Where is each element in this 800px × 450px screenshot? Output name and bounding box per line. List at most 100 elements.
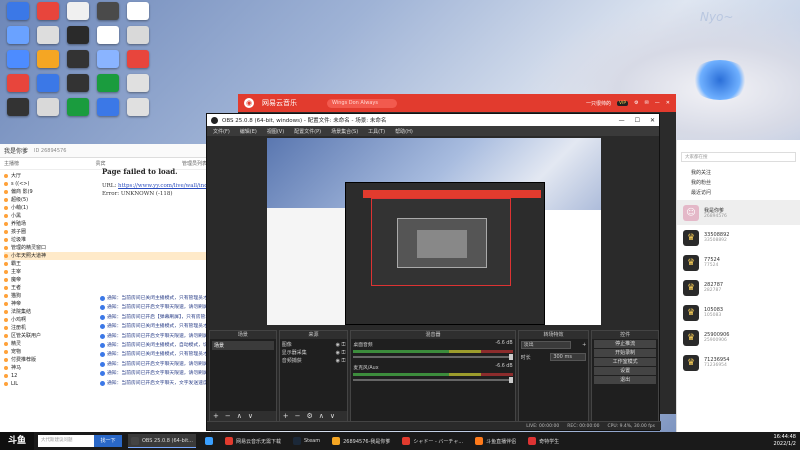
duration-input[interactable]: 300 ms: [550, 353, 587, 361]
desktop-shortcut[interactable]: [94, 50, 122, 72]
desktop-shortcut[interactable]: [34, 50, 62, 72]
desktop-shortcut[interactable]: [34, 74, 62, 96]
taskbar-app[interactable]: OBS 25.0.8 (64-bit...: [128, 434, 196, 448]
channel-item[interactable]: 超级(5): [4, 196, 207, 204]
down-icon[interactable]: ∨: [330, 412, 335, 420]
maximize-icon[interactable]: ☐: [635, 117, 640, 124]
minimize-icon[interactable]: —: [619, 117, 625, 124]
tab-vip[interactable]: 贵宾: [95, 160, 105, 167]
scene-item[interactable]: 场景: [212, 341, 274, 350]
up-icon[interactable]: ∧: [319, 412, 324, 420]
volume-slider[interactable]: [353, 354, 513, 360]
add-icon[interactable]: +: [582, 342, 586, 348]
settings-icon[interactable]: ⚙: [634, 100, 638, 106]
desktop-shortcut[interactable]: [4, 74, 32, 96]
channel-item[interactable]: 垃圾堆: [4, 236, 207, 244]
user-row[interactable]: ♛ 71236954 71236954: [677, 350, 800, 375]
channel-item[interactable]: 养殖场: [4, 220, 207, 228]
up-icon[interactable]: ∧: [237, 412, 242, 420]
link-fans[interactable]: 我的粉丝: [691, 178, 786, 188]
obs-menu-item[interactable]: 帮助(H): [395, 128, 413, 135]
control-button[interactable]: 退出: [594, 376, 657, 384]
user-row[interactable]: ♛ 105083 105083: [677, 300, 800, 325]
transition-select[interactable]: 淡出: [520, 341, 571, 349]
slider-knob[interactable]: [508, 377, 513, 383]
source-item[interactable]: 图像 ◉ ⚿: [282, 341, 346, 349]
desktop-shortcut[interactable]: [4, 26, 32, 48]
channel-item[interactable]: 小年天照大道神: [4, 252, 207, 260]
desktop-shortcut[interactable]: [34, 98, 62, 120]
add-icon[interactable]: +: [213, 412, 219, 420]
add-icon[interactable]: +: [283, 412, 289, 420]
desktop-shortcut[interactable]: [64, 26, 92, 48]
channel-item[interactable]: 孩子圈: [4, 228, 207, 236]
lock-icon[interactable]: ⚿: [342, 358, 346, 364]
taskbar-app[interactable]: Steam: [290, 434, 323, 448]
desktop-shortcut[interactable]: [64, 50, 92, 72]
taskbar-app[interactable]: 奇特学生: [525, 434, 562, 448]
desktop-shortcut[interactable]: [64, 74, 92, 96]
minimize-icon[interactable]: —: [655, 100, 660, 106]
desktop-shortcut[interactable]: [124, 74, 152, 96]
remove-icon[interactable]: −: [295, 412, 301, 420]
user-row[interactable]: ♛ 77524 77524: [677, 250, 800, 275]
desktop-shortcut[interactable]: [124, 98, 152, 120]
control-button[interactable]: 设置: [594, 367, 657, 375]
obs-menu-item[interactable]: 文件(F): [213, 128, 230, 135]
desktop-shortcut[interactable]: [94, 74, 122, 96]
link-following[interactable]: 我的关注: [691, 168, 786, 178]
desktop-shortcut[interactable]: [4, 98, 32, 120]
mail-icon[interactable]: ✉: [645, 100, 649, 106]
lock-icon[interactable]: ⚿: [342, 350, 346, 356]
taskbar-app[interactable]: 26894576-我是你爹: [329, 434, 393, 448]
tab-admins[interactable]: 管理员列表: [182, 160, 207, 167]
down-icon[interactable]: ∨: [248, 412, 253, 420]
user-row[interactable]: ☺ 我是你爹 26894576: [677, 200, 800, 225]
user-row[interactable]: ♛ 25900906 25900906: [677, 325, 800, 350]
channel-item[interactable]: 魔帝: [4, 276, 207, 284]
taskbar-app[interactable]: シャドー - バーチャ...: [399, 434, 466, 448]
desktop-shortcut[interactable]: [64, 98, 92, 120]
source-item[interactable]: 显示器采集 ◉ ⚿: [282, 349, 346, 357]
desktop-shortcut[interactable]: [124, 26, 152, 48]
taskbar-app[interactable]: 斗鱼直播伴侣: [472, 434, 519, 448]
music-search-input[interactable]: Wings Don Always: [327, 98, 397, 108]
music-user-name[interactable]: 一只很帅的: [586, 100, 611, 107]
desktop-shortcut[interactable]: [94, 2, 122, 24]
obs-preview[interactable]: [267, 138, 601, 325]
desktop-shortcut[interactable]: [124, 2, 152, 24]
desktop-shortcut[interactable]: [34, 2, 62, 24]
slider-knob[interactable]: [508, 354, 513, 360]
taskbar-app[interactable]: [202, 434, 216, 448]
obs-menu-item[interactable]: 编辑(E): [240, 128, 257, 135]
lock-icon[interactable]: ⚿: [342, 342, 346, 348]
taskbar-logo[interactable]: 斗鱼: [0, 432, 34, 450]
desktop-shortcut[interactable]: [124, 50, 152, 72]
control-button[interactable]: 工作室模式: [594, 358, 657, 366]
desktop-shortcut[interactable]: [4, 2, 32, 24]
channel-item[interactable]: 小萌(1): [4, 204, 207, 212]
desktop-shortcut[interactable]: [34, 26, 62, 48]
desktop-shortcut[interactable]: [94, 98, 122, 120]
obs-menu-item[interactable]: 配置文件(P): [294, 128, 321, 135]
remove-icon[interactable]: −: [225, 412, 231, 420]
channel-item[interactable]: 霸王: [4, 260, 207, 268]
taskbar-search-input[interactable]: 大代斯建议问题: [38, 435, 94, 447]
channel-item[interactable]: 小黑: [4, 212, 207, 220]
user-row[interactable]: ♛ 33508892 33508892: [677, 225, 800, 250]
gear-icon[interactable]: ⚙: [306, 412, 312, 420]
channel-item[interactable]: 王者: [4, 284, 207, 292]
obs-menu-item[interactable]: 视图(V): [267, 128, 284, 135]
obs-menu-item[interactable]: 工具(T): [368, 128, 385, 135]
control-button[interactable]: 开始录制: [594, 349, 657, 357]
channel-item[interactable]: 主宰: [4, 268, 207, 276]
user-row[interactable]: ♛ 282787 282787: [677, 275, 800, 300]
channel-item[interactable]: 管理的精灵窗口: [4, 244, 207, 252]
link-recent[interactable]: 最近访问: [691, 188, 786, 198]
close-icon[interactable]: ✕: [666, 100, 670, 106]
follow-search-input[interactable]: 大家都在搜: [681, 152, 796, 162]
taskbar-search-button[interactable]: 找一下: [94, 435, 122, 447]
source-item[interactable]: 音频捕获 ◉ ⚿: [282, 357, 346, 365]
desktop-shortcut[interactable]: [64, 2, 92, 24]
taskbar-app[interactable]: 网易云音乐无需下载: [222, 434, 284, 448]
